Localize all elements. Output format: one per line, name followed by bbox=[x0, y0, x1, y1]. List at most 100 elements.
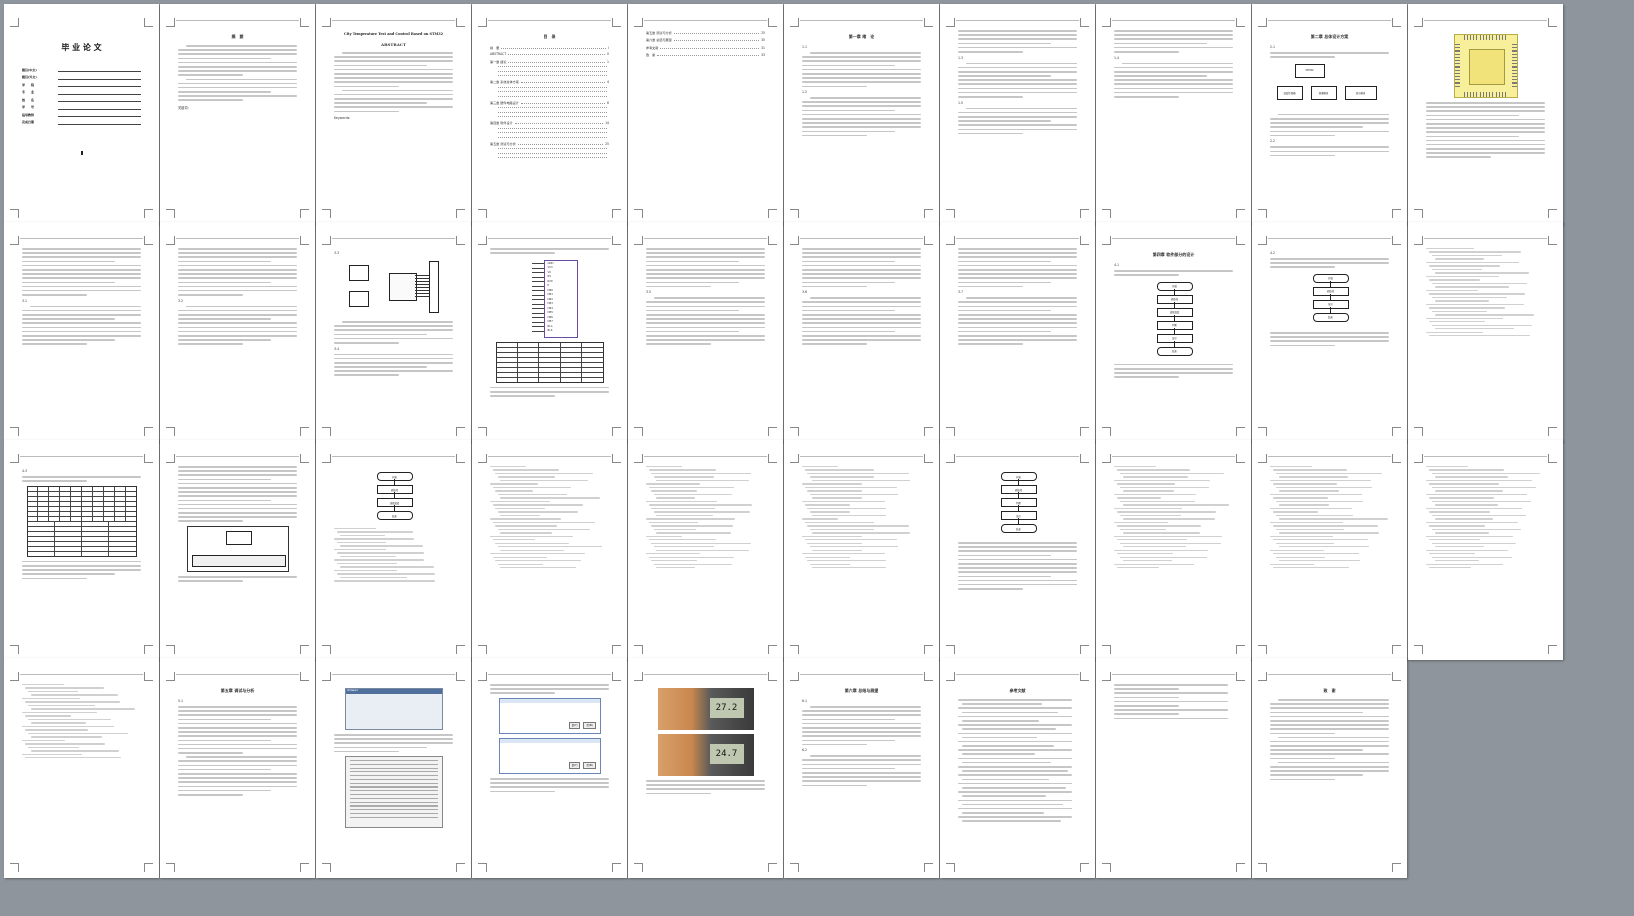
document-page[interactable] bbox=[1252, 440, 1407, 660]
document-page[interactable]: 3.7 bbox=[940, 222, 1095, 442]
document-page[interactable]: 第五章 调试与分析 5.1 bbox=[160, 658, 315, 878]
document-page[interactable] bbox=[1408, 440, 1563, 660]
text-line bbox=[334, 93, 453, 96]
toc-entry[interactable]: 第三章 硬件电路设计 6 bbox=[490, 100, 609, 105]
text-line bbox=[334, 102, 427, 104]
toc-subentry[interactable] bbox=[490, 111, 609, 114]
document-page[interactable] bbox=[1408, 4, 1563, 224]
toc-entry[interactable]: 第一章 绪论 1 bbox=[490, 59, 609, 64]
toc-subentry[interactable] bbox=[490, 86, 609, 89]
toc-subentry[interactable] bbox=[490, 70, 609, 73]
document-page[interactable] bbox=[4, 658, 159, 878]
toc-subentry[interactable] bbox=[490, 107, 609, 109]
toc-subentry[interactable] bbox=[490, 157, 609, 159]
code-line bbox=[28, 732, 128, 735]
text-line bbox=[958, 264, 1077, 267]
crop-mark bbox=[1548, 209, 1557, 218]
page-content: 开始 初始化 读取温度 结束 bbox=[334, 466, 453, 644]
toc-subentry[interactable] bbox=[490, 148, 609, 150]
code-line bbox=[812, 497, 862, 499]
crop-mark bbox=[1548, 645, 1557, 654]
chip-pin bbox=[1454, 47, 1460, 49]
document-page[interactable]: 3.3 3.4 bbox=[316, 222, 471, 442]
table-cell bbox=[60, 511, 72, 516]
code-line bbox=[1435, 314, 1534, 316]
toc-subentry[interactable] bbox=[490, 66, 609, 68]
document-page[interactable]: 开始 初始化 读取温度 结束 bbox=[316, 440, 471, 660]
toc-subentry[interactable] bbox=[490, 127, 609, 130]
document-page[interactable]: 3.2 bbox=[160, 222, 315, 442]
document-page[interactable]: 3.5 bbox=[628, 222, 783, 442]
document-page[interactable]: 27.2 24.7 bbox=[628, 658, 783, 878]
document-page[interactable]: 1.4 bbox=[1096, 4, 1251, 224]
document-page[interactable] bbox=[1408, 222, 1563, 442]
document-page[interactable] bbox=[628, 440, 783, 660]
document-page[interactable]: 第一章 绪 论 1.1 1.2 bbox=[784, 4, 939, 224]
document-page[interactable]: 1.3 1.5 bbox=[940, 4, 1095, 224]
toc-entry[interactable]: 第五章 调试与分析 25 bbox=[646, 30, 765, 35]
document-page[interactable] bbox=[1096, 440, 1251, 660]
toc-subentry[interactable] bbox=[490, 74, 609, 77]
document-page[interactable]: 致 谢 bbox=[1252, 658, 1407, 878]
reference-line bbox=[958, 699, 1073, 701]
document-page[interactable]: 3.6 bbox=[784, 222, 939, 442]
toc-entry[interactable]: 致 谢 33 bbox=[646, 52, 765, 57]
toc-subentry[interactable] bbox=[490, 91, 609, 93]
document-page[interactable] bbox=[784, 440, 939, 660]
cover-field-value bbox=[58, 120, 141, 125]
document-page[interactable]: 第二章 总体设计方案 2.1 STM32 温度传感器 按键模块 显示模块 2.2 bbox=[1252, 4, 1407, 224]
document-page[interactable]: 第六章 总结与展望 6.1 6.2 bbox=[784, 658, 939, 878]
toc-entry[interactable]: 摘 要I bbox=[490, 45, 609, 50]
document-page[interactable]: 毕 业 论 文题目(中文) 题目(外文) 学 院专 业姓 名学 号指导教师 完成日期 bbox=[4, 4, 159, 224]
document-page[interactable] bbox=[472, 440, 627, 660]
table-cell bbox=[109, 522, 135, 526]
document-page[interactable]: GND VCC V0 RS R/W E DB0 DB1 DB2 DB3 DB4 DB5 DB6 DB7 BL… bbox=[472, 222, 627, 442]
toc-entry[interactable]: 第二章 系统总体方案 4 bbox=[490, 79, 609, 84]
table-cell bbox=[104, 486, 115, 491]
crop-mark bbox=[946, 427, 955, 436]
document-page[interactable]: 目 录摘 要 I ABSTRACT II 第一章 绪论 1 第二章 系统总体方案 4 第三章 硬… bbox=[472, 4, 627, 224]
text-line bbox=[958, 542, 1077, 544]
document-page[interactable]: 参考文献 bbox=[940, 658, 1095, 878]
code-line bbox=[495, 525, 557, 527]
dialog-no-button[interactable]: 否(N) bbox=[583, 721, 596, 729]
text-line bbox=[178, 739, 271, 742]
toc-entry[interactable]: 第五章 测试与分析 25 bbox=[490, 141, 609, 146]
document-page[interactable]: 第五章 调试与分析 25 第六章 总结与展望 30 参考文献 31 致 谢 33 bbox=[628, 4, 783, 224]
section-heading: 3.5 bbox=[646, 290, 652, 295]
table-cell bbox=[109, 547, 135, 551]
toc-entry[interactable]: 第四章 软件设计 14 bbox=[490, 120, 609, 125]
crop-mark bbox=[10, 236, 19, 245]
document-page[interactable]: 摘 要关键词： bbox=[160, 4, 315, 224]
dialog-no-button[interactable]: 否(N) bbox=[583, 761, 596, 769]
dialog-yes-button[interactable]: 是(Y) bbox=[568, 721, 581, 729]
chip-pin bbox=[1454, 63, 1460, 65]
toc-entry[interactable]: 第六章 总结与展望 30 bbox=[646, 37, 765, 42]
toc-subentry[interactable] bbox=[490, 152, 609, 155]
toc-subentry[interactable] bbox=[490, 136, 609, 139]
document-page[interactable]: Notepad bbox=[316, 658, 471, 878]
toc-subentry[interactable] bbox=[490, 132, 609, 134]
code-line bbox=[1270, 521, 1343, 524]
document-page[interactable]: 开始 初始化 判断 显示 结束 bbox=[940, 440, 1095, 660]
crop-mark bbox=[768, 427, 777, 436]
toc-subentry[interactable] bbox=[490, 95, 609, 98]
code-block bbox=[334, 528, 453, 582]
document-page[interactable] bbox=[1096, 658, 1251, 878]
document-page[interactable]: 3.1 bbox=[4, 222, 159, 442]
document-page[interactable]: 是(Y) 否(N) 是(Y) 否(N) bbox=[472, 658, 627, 878]
dialog-yes-button[interactable]: 是(Y) bbox=[568, 761, 581, 769]
toc-leader bbox=[498, 157, 607, 159]
toc-entry[interactable]: 参考文献 31 bbox=[646, 45, 765, 50]
document-page[interactable]: 4.3 bbox=[4, 440, 159, 660]
toc-subentry[interactable] bbox=[490, 116, 609, 118]
toc-entry[interactable]: ABSTRACT II bbox=[490, 52, 609, 56]
code-line bbox=[1114, 549, 1208, 551]
document-page[interactable]: City Temperature Test and Control Based … bbox=[316, 4, 471, 224]
document-page[interactable]: 第四章 软件部分的设计 4.1 开始 初始化 读取温度 判断 显示 结束 bbox=[1096, 222, 1251, 442]
reference-line bbox=[958, 766, 1073, 768]
text-line bbox=[490, 786, 609, 788]
document-page[interactable] bbox=[160, 440, 315, 660]
cover-field: 学 院 bbox=[22, 82, 141, 87]
document-page[interactable]: 4.2 开始 初始化 显示 结束 bbox=[1252, 222, 1407, 442]
